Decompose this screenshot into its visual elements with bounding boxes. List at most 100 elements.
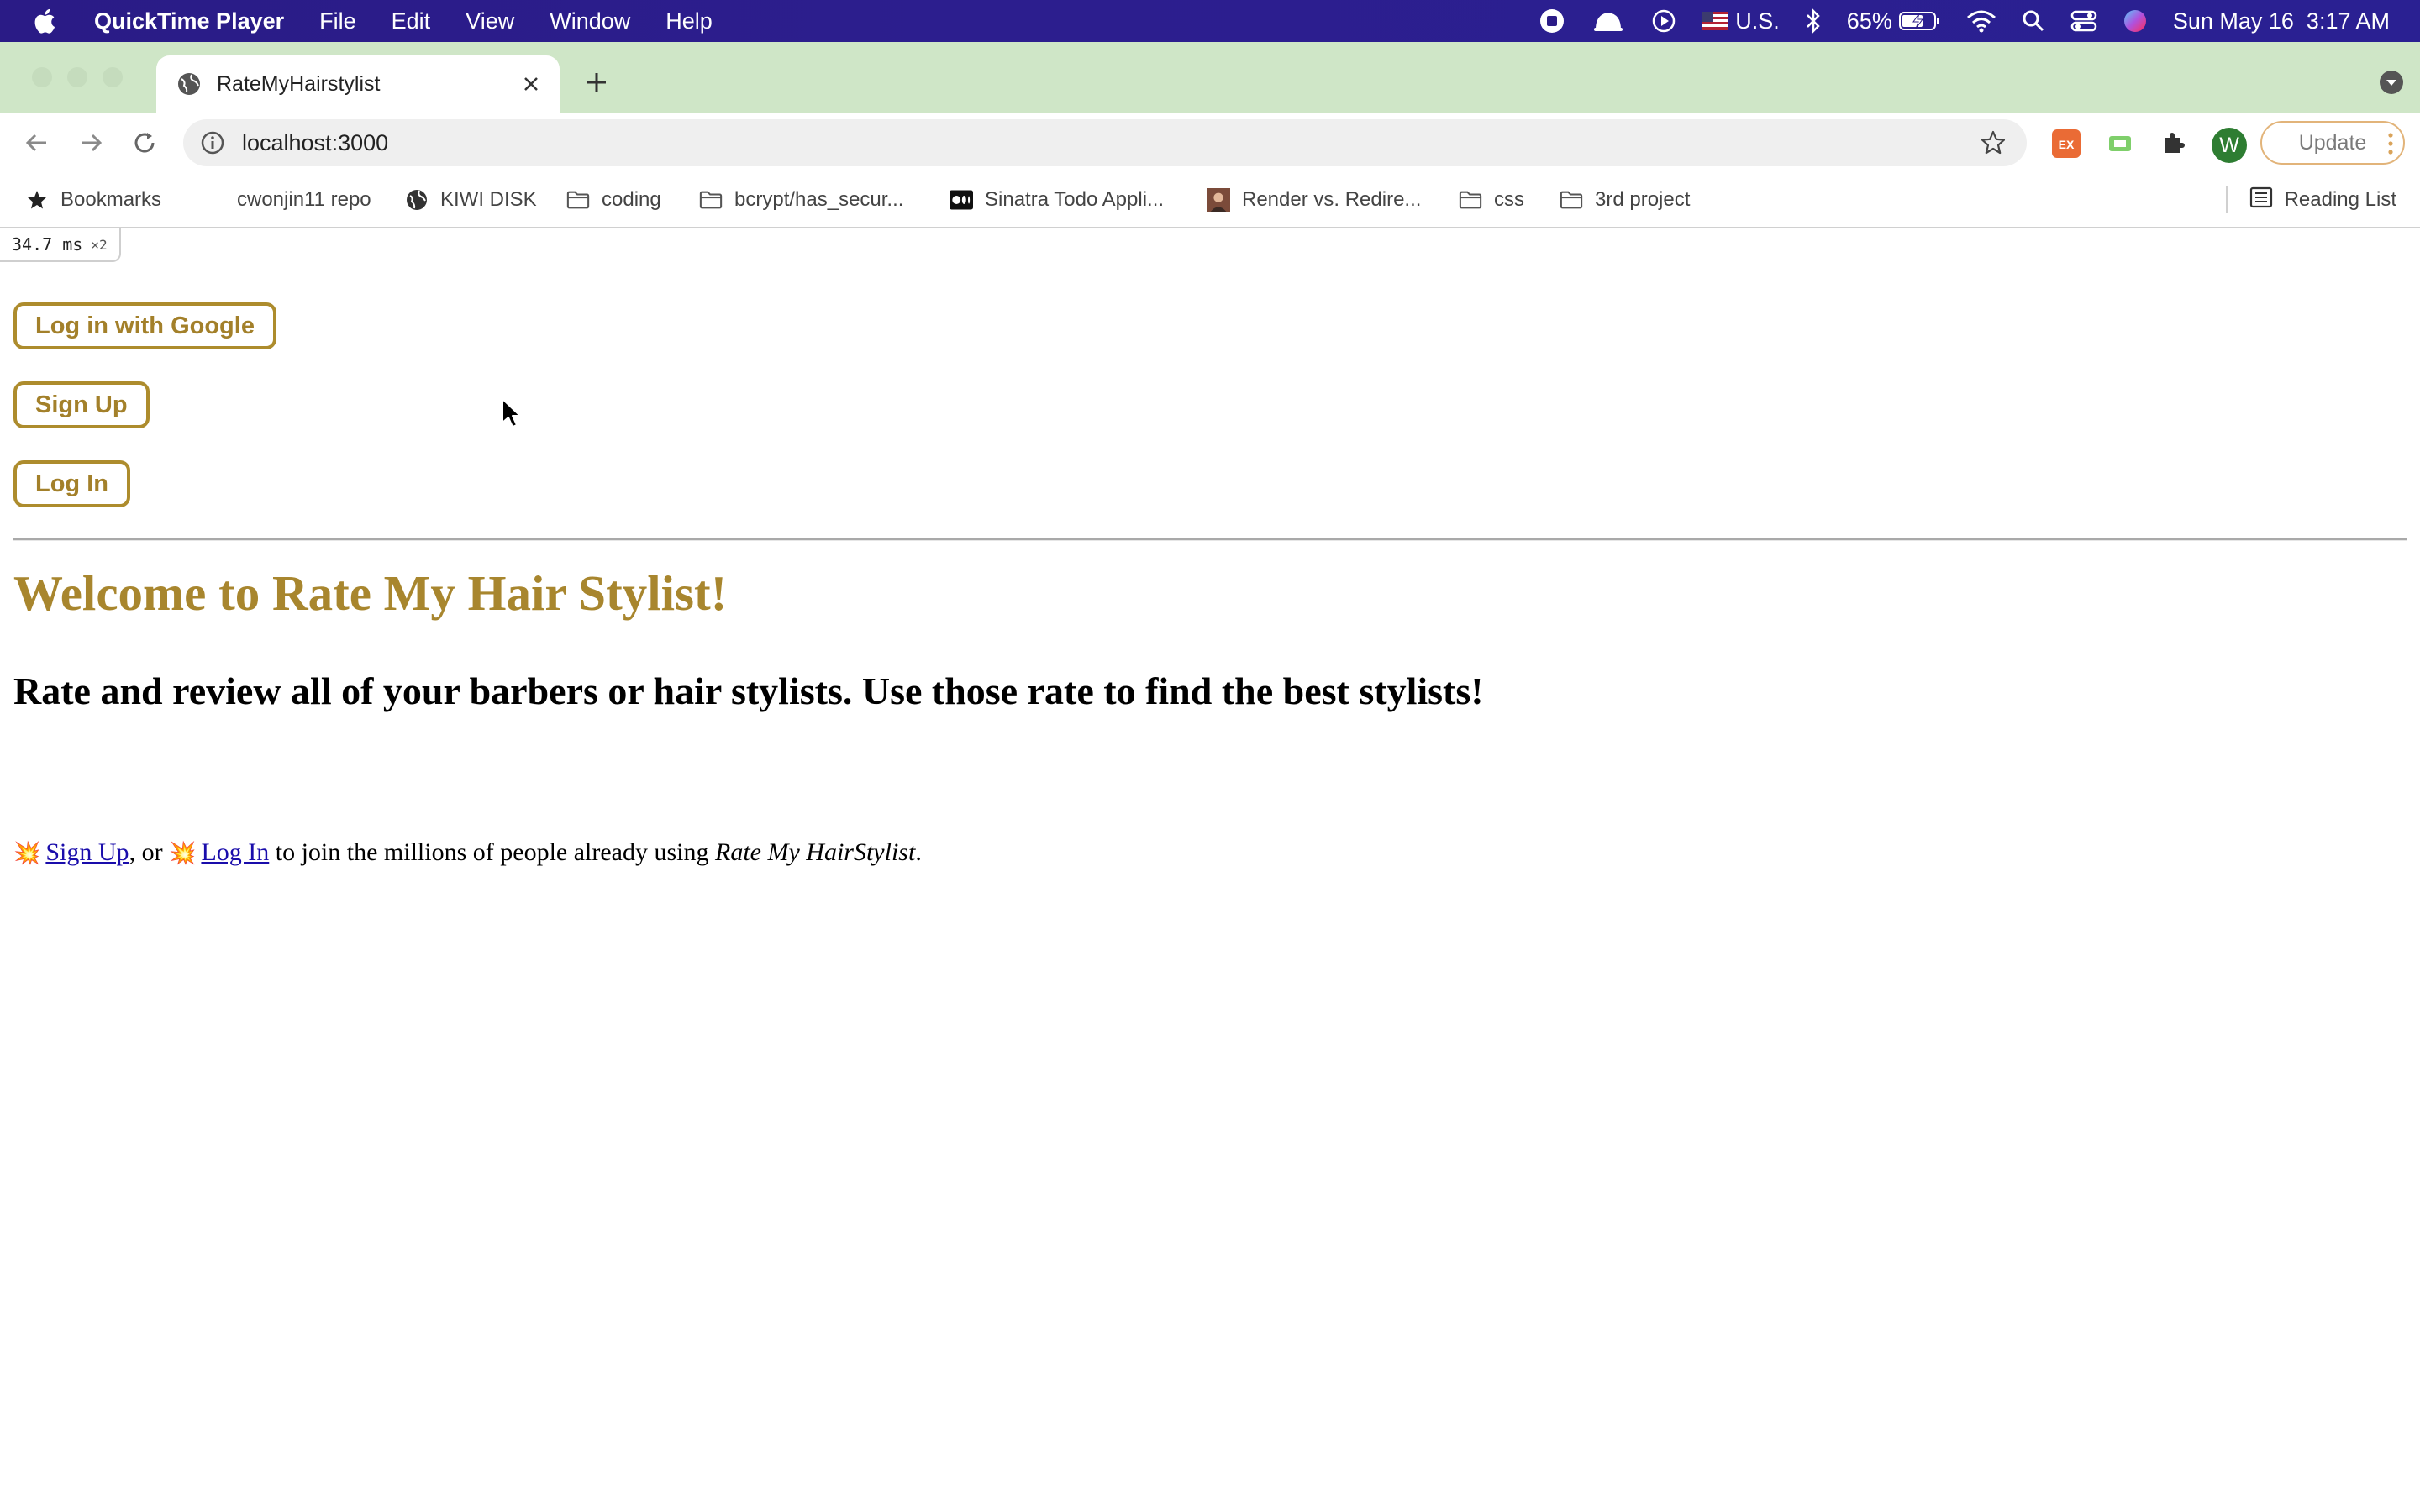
input-source-label: U.S. xyxy=(1735,8,1780,34)
reload-icon[interactable] xyxy=(128,126,161,160)
horizontal-divider xyxy=(13,538,2407,541)
bookmark-star-icon[interactable] xyxy=(1980,129,2007,156)
clock[interactable]: Sun May 16 3:17 AM xyxy=(2173,8,2390,34)
menu-file[interactable]: File xyxy=(319,8,356,34)
log-in-with-google-button[interactable]: Log in with Google xyxy=(13,302,276,349)
bookmark-label: bcrypt/has_secur... xyxy=(734,188,904,211)
bookmark-render-vs-redirect[interactable]: Render vs. Redire... xyxy=(1207,183,1421,217)
site-info-icon[interactable] xyxy=(200,130,225,155)
login-link-label: Log In xyxy=(201,838,270,866)
log-in-button[interactable]: Log In xyxy=(13,460,130,507)
bookmark-cwonjin11-repo[interactable]: cwonjin11 repo xyxy=(202,183,371,217)
stop-recording-icon[interactable] xyxy=(1539,8,1565,34)
mouse-pointer-icon xyxy=(502,398,521,428)
cloud-icon[interactable] xyxy=(1591,8,1626,34)
signup-link[interactable]: 💥 Sign Up xyxy=(13,838,129,866)
collision-icon: 💥 xyxy=(13,841,41,866)
bookmark-sinatra-todo[interactable]: Sinatra Todo Appli... xyxy=(950,183,1164,217)
url-input[interactable] xyxy=(240,129,1980,157)
reading-list-label: Reading List xyxy=(2284,188,2396,211)
page-title: Welcome to Rate My Hair Stylist! xyxy=(13,565,728,621)
bookmark-3rd-project[interactable]: 3rd project xyxy=(1560,183,1690,217)
globe-icon xyxy=(405,188,429,212)
update-button[interactable]: Update xyxy=(2260,121,2405,165)
bookmark-label: Render vs. Redire... xyxy=(1242,188,1422,211)
star-icon xyxy=(25,188,49,212)
globe-icon xyxy=(178,73,200,95)
macos-menu-bar: QuickTime Player File Edit View Window H… xyxy=(0,0,2420,42)
tab-search-icon[interactable] xyxy=(2378,69,2405,96)
more-menu-icon[interactable] xyxy=(2388,133,2393,155)
siri-icon[interactable] xyxy=(2123,8,2148,34)
spotlight-search-icon[interactable] xyxy=(2022,9,2045,33)
extension-screen-icon[interactable] xyxy=(2106,129,2134,158)
bookmarks-bar: Bookmarks cwonjin11 repo KIWI DISK codin… xyxy=(0,173,2420,228)
brand-name: Rate My HairStylist xyxy=(715,838,916,866)
extension-ex-icon[interactable]: EX xyxy=(2052,129,2081,158)
bookmark-bcrypt[interactable]: bcrypt/has_secur... xyxy=(699,183,903,217)
bookmark-label: cwonjin11 repo xyxy=(237,188,371,211)
menu-app-name[interactable]: QuickTime Player xyxy=(94,8,284,34)
battery-charging-icon xyxy=(1898,12,1939,30)
bookmark-label: Sinatra Todo Appli... xyxy=(985,188,1165,211)
tab-title: RateMyHairstylist xyxy=(217,71,381,96)
bookmark-label: 3rd project xyxy=(1595,188,1691,211)
bookmark-label: Bookmarks xyxy=(60,188,162,211)
control-center-icon[interactable] xyxy=(2070,9,2097,33)
signup-prompt-text: to join the millions of people already u… xyxy=(269,838,716,866)
update-button-label: Update xyxy=(2298,130,2367,155)
folder-icon xyxy=(1560,188,1583,212)
perf-value: 34.7 ms xyxy=(12,234,83,255)
battery-percent: 65% xyxy=(1846,8,1892,34)
bookmark-css[interactable]: css xyxy=(1459,183,1524,217)
medium-icon xyxy=(950,188,973,212)
signup-prompt: 💥 Sign Up, or 💥 Log In to join the million… xyxy=(13,838,922,867)
new-tab-plus-icon[interactable] xyxy=(580,66,613,99)
profile-avatar[interactable]: W xyxy=(2212,128,2247,163)
address-bar[interactable] xyxy=(183,119,2027,166)
signup-prompt-end: . xyxy=(915,838,922,866)
menu-extras: U.S. 65% Sun May 16 3:17 AM xyxy=(1539,0,2390,42)
folder-icon xyxy=(699,188,723,212)
us-flag-icon xyxy=(1702,12,1729,30)
menu-window[interactable]: Window xyxy=(550,8,630,34)
menu-view[interactable]: View xyxy=(466,8,514,34)
tab-ratemyhairstylist[interactable]: RateMyHairstylist xyxy=(156,55,560,113)
page-content: 34.7 ms ×2 Log in with Google Sign Up Lo… xyxy=(0,228,2420,1512)
apple-logo-icon[interactable] xyxy=(32,7,60,35)
reading-list-button[interactable]: Reading List xyxy=(2225,183,2396,217)
bookmarks-divider xyxy=(2225,186,2228,213)
folder-icon xyxy=(1459,188,1482,212)
bookmark-kiwi-disk[interactable]: KIWI DISK xyxy=(405,183,537,217)
extensions-puzzle-icon[interactable] xyxy=(2160,129,2188,158)
login-link[interactable]: 💥 Log In xyxy=(169,838,269,866)
perf-badge: 34.7 ms ×2 xyxy=(0,228,121,262)
window-zoom-button[interactable] xyxy=(103,67,123,87)
back-arrow-icon[interactable] xyxy=(20,126,54,160)
svg-text:EX: EX xyxy=(2059,138,2075,151)
input-source[interactable]: U.S. xyxy=(1702,8,1780,34)
photo-icon xyxy=(1207,188,1230,212)
reading-list-icon xyxy=(2249,186,2273,214)
window-minimize-button[interactable] xyxy=(67,67,87,87)
window-close-button[interactable] xyxy=(32,67,52,87)
forward-arrow-icon[interactable] xyxy=(74,126,108,160)
browser-tab-strip: RateMyHairstylist xyxy=(0,42,2420,113)
bookmark-coding[interactable]: coding xyxy=(566,183,661,217)
page-subtitle: Rate and review all of your barbers or h… xyxy=(13,669,1484,712)
battery-status[interactable]: 65% xyxy=(1847,8,1941,34)
bluetooth-icon[interactable] xyxy=(1805,8,1822,34)
folder-icon xyxy=(566,188,590,212)
signup-link-label: Sign Up xyxy=(45,838,129,866)
bookmark-label: coding xyxy=(602,188,661,211)
bookmark-bookmarks[interactable]: Bookmarks xyxy=(25,183,161,217)
perf-multiplier: ×2 xyxy=(91,236,108,253)
menu-help[interactable]: Help xyxy=(666,8,713,34)
play-circle-icon[interactable] xyxy=(1651,8,1676,34)
github-icon xyxy=(202,188,225,212)
sign-up-button[interactable]: Sign Up xyxy=(13,381,150,428)
signup-prompt-separator: , or xyxy=(129,838,170,866)
menu-edit[interactable]: Edit xyxy=(392,8,431,34)
wifi-icon[interactable] xyxy=(1966,9,1996,33)
tab-close-icon[interactable] xyxy=(516,69,546,99)
